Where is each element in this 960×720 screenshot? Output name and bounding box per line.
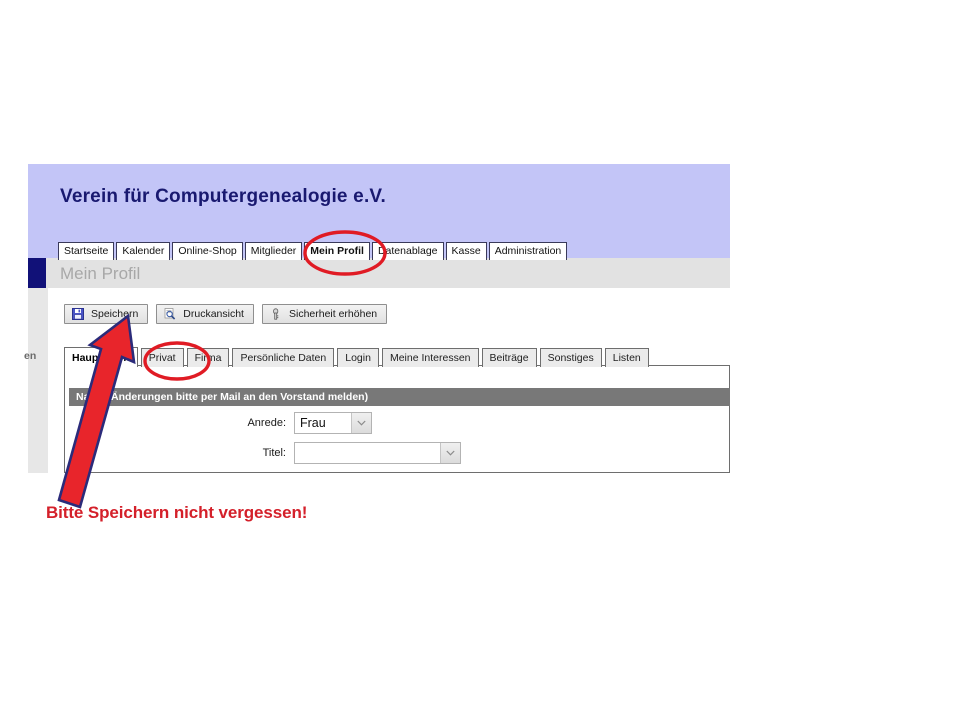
increase-security-button[interactable]: Sicherheit erhöhen [261,304,388,324]
accent-swatch [28,258,46,288]
chevron-down-icon [351,413,371,433]
subtab-listen[interactable]: Listen [604,348,649,367]
nav-tab-datenablage[interactable]: Datenablage [371,242,444,260]
subtab-persoenliche-daten[interactable]: Persönliche Daten [232,348,335,367]
nav-tab-online-shop[interactable]: Online-Shop [172,242,243,260]
subtab-firma[interactable]: Firma [186,348,230,367]
increase-security-button-label: Sicherheit erhöhen [288,308,378,320]
form-section-header: Name (Änderungen bitte per Mail an den V… [69,388,730,406]
subtab-meine-interessen[interactable]: Meine Interessen [381,348,479,367]
action-toolbar: Speichern Druckansicht Sicherheit erhöhe… [64,304,388,324]
titel-label: Titel: [262,447,286,459]
titel-select[interactable] [294,442,461,464]
nav-tab-administration[interactable]: Administration [488,242,568,260]
profile-subtabs: Hauptdaten Privat Firma Persönliche Date… [64,347,649,367]
brand-title: Verein für Computergenealogie e.V. [60,186,387,207]
nav-tab-mein-profil[interactable]: Mein Profil [304,242,370,260]
anrede-label: Anrede: [247,417,286,429]
print-preview-icon [164,308,176,320]
anrede-select[interactable]: Frau [294,412,372,434]
annotation-caption: Bitte Speichern nicht vergessen! [46,503,308,522]
subtab-login[interactable]: Login [337,348,379,367]
key-icon [270,308,282,320]
anrede-select-value: Frau [300,416,326,430]
subtab-sonstiges[interactable]: Sonstiges [539,348,602,367]
subtab-beitraege[interactable]: Beiträge [481,348,537,367]
left-rail-label: en [24,350,37,362]
page-title: Mein Profil [60,264,141,283]
nav-tab-mitglieder[interactable]: Mitglieder [244,242,303,260]
print-preview-button-label: Druckansicht [183,308,244,320]
primary-navigation: Startseite Kalender Online-Shop Mitglied… [58,242,568,260]
floppy-disk-icon [72,308,84,320]
form-row-anrede: Anrede: Frau [238,412,372,434]
subtab-hauptdaten[interactable]: Hauptdaten [64,347,138,367]
application-screenshot: Verein für Computergenealogie e.V. Start… [24,164,730,473]
save-button-label: Speichern [91,308,139,320]
subtab-privat[interactable]: Privat [140,348,184,367]
nav-tab-kasse[interactable]: Kasse [445,242,487,260]
print-preview-button[interactable]: Druckansicht [156,304,254,324]
chevron-down-icon [440,443,460,463]
save-button[interactable]: Speichern [64,304,149,324]
nav-tab-kalender[interactable]: Kalender [116,242,171,260]
left-rail [28,288,48,473]
nav-tab-startseite[interactable]: Startseite [58,242,115,260]
form-row-titel: Titel: [238,442,461,464]
